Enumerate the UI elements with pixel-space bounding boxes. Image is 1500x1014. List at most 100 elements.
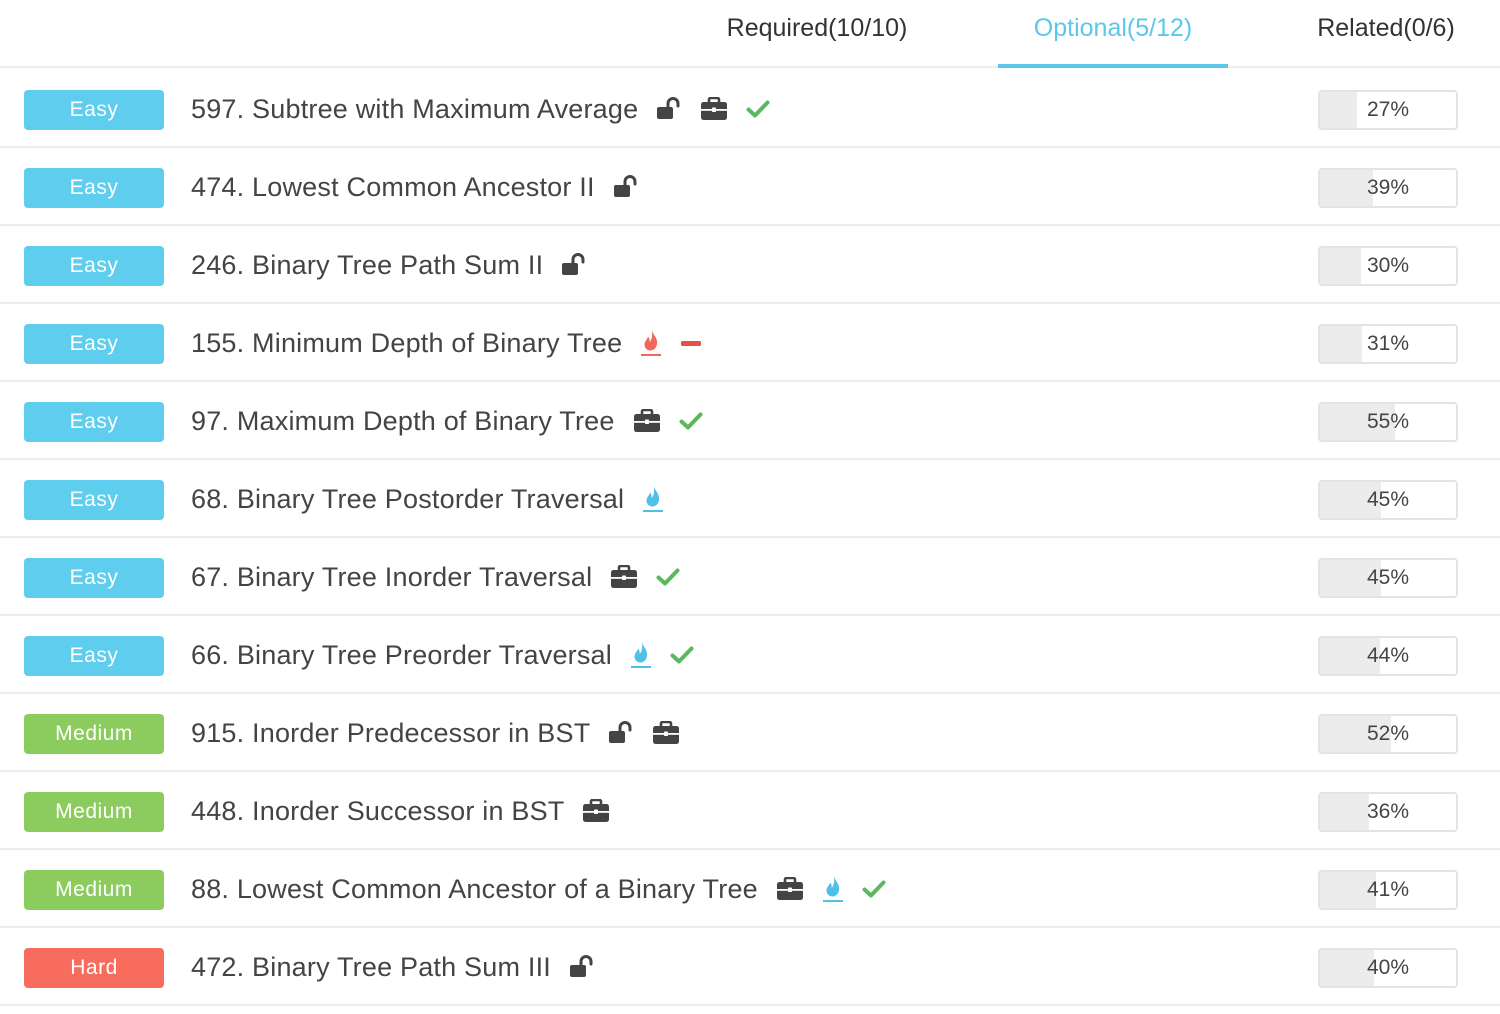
briefcase-icon <box>776 877 804 901</box>
check-icon <box>670 645 694 665</box>
problem-row[interactable]: Easy 155. Minimum Depth of Binary Tree 31% <box>0 304 1500 382</box>
problem-row[interactable]: Easy 474. Lowest Common Ancestor II 39% <box>0 148 1500 226</box>
pass-rate-text: 31% <box>1366 332 1410 355</box>
problem-row[interactable]: Easy 597. Subtree with Maximum Average 27% <box>0 70 1500 148</box>
pass-rate-text: 36% <box>1366 800 1410 823</box>
pass-rate-text: 30% <box>1366 254 1410 277</box>
problem-title-link[interactable]: 66. Binary Tree Preorder Traversal <box>191 640 612 671</box>
briefcase-icon <box>610 565 638 589</box>
check-icon <box>862 879 886 899</box>
problem-tag-icons <box>608 721 698 745</box>
problem-tag-icons <box>630 640 712 670</box>
problem-title-link[interactable]: 448. Inorder Successor in BST <box>191 796 564 827</box>
problem-tag-icons <box>642 484 682 514</box>
problem-title-wrap: 68. Binary Tree Postorder Traversal <box>191 460 682 538</box>
pass-rate-text: 55% <box>1366 410 1410 433</box>
pass-rate-text: 40% <box>1366 956 1410 979</box>
problem-tag-icons <box>613 175 657 199</box>
problem-title-link[interactable]: 155. Minimum Depth of Binary Tree <box>191 328 622 359</box>
problem-row[interactable]: Easy 68. Binary Tree Postorder Traversal 4… <box>0 460 1500 538</box>
difficulty-badge-easy: Easy <box>24 558 164 598</box>
problem-title-link[interactable]: 88. Lowest Common Ancestor of a Binary T… <box>191 874 758 905</box>
problem-tag-icons <box>656 97 788 121</box>
problem-title-wrap: 155. Minimum Depth of Binary Tree <box>191 304 720 382</box>
pass-rate-bar: 44% <box>1318 636 1458 676</box>
problem-title-link[interactable]: 472. Binary Tree Path Sum III <box>191 952 551 983</box>
check-icon <box>679 411 703 431</box>
problem-title-wrap: 97. Maximum Depth of Binary Tree <box>191 382 721 460</box>
minus-icon <box>680 338 702 348</box>
difficulty-badge-medium: Medium <box>24 714 164 754</box>
problem-title-wrap: 66. Binary Tree Preorder Traversal <box>191 616 712 694</box>
difficulty-badge-medium: Medium <box>24 870 164 910</box>
tab-required[interactable]: Required(10/10) <box>712 0 922 66</box>
problem-title-link[interactable]: 597. Subtree with Maximum Average <box>191 94 638 125</box>
pass-rate-text: 27% <box>1366 98 1410 121</box>
flame-blue-icon <box>642 484 664 514</box>
problem-title-wrap: 246. Binary Tree Path Sum II <box>191 226 605 304</box>
difficulty-badge-easy: Easy <box>24 402 164 442</box>
problem-title-wrap: 448. Inorder Successor in BST <box>191 772 628 850</box>
problem-title-wrap: 474. Lowest Common Ancestor II <box>191 148 657 226</box>
pass-rate-bar: 27% <box>1318 90 1458 130</box>
flame-red-icon <box>640 328 662 358</box>
pass-rate-text: 45% <box>1366 488 1410 511</box>
problem-title-wrap: 67. Binary Tree Inorder Traversal <box>191 538 698 616</box>
pass-rate-bar: 55% <box>1318 402 1458 442</box>
briefcase-icon <box>700 97 728 121</box>
problem-tag-icons <box>569 955 613 979</box>
problem-list: Easy 597. Subtree with Maximum Average 27%… <box>0 70 1500 1006</box>
problem-tag-icons <box>610 565 698 589</box>
lock-open-icon <box>561 253 587 277</box>
difficulty-badge-medium: Medium <box>24 792 164 832</box>
pass-rate-text: 39% <box>1366 176 1410 199</box>
tab-bar: Required(10/10) Optional(5/12) Related(0… <box>0 0 1500 68</box>
pass-rate-bar: 40% <box>1318 948 1458 988</box>
problem-row[interactable]: Easy 67. Binary Tree Inorder Traversal 45% <box>0 538 1500 616</box>
problem-title-link[interactable]: 915. Inorder Predecessor in BST <box>191 718 590 749</box>
pass-rate-text: 52% <box>1366 722 1410 745</box>
lock-open-icon <box>656 97 682 121</box>
problem-title-wrap: 597. Subtree with Maximum Average <box>191 70 788 148</box>
difficulty-badge-easy: Easy <box>24 480 164 520</box>
pass-rate-bar: 39% <box>1318 168 1458 208</box>
problem-tag-icons <box>561 253 605 277</box>
problem-row[interactable]: Medium 915. Inorder Predecessor in BST 52% <box>0 694 1500 772</box>
problem-tag-icons <box>640 328 720 358</box>
check-icon <box>746 99 770 119</box>
tab-optional[interactable]: Optional(5/12) <box>998 0 1228 68</box>
difficulty-badge-easy: Easy <box>24 90 164 130</box>
difficulty-badge-easy: Easy <box>24 246 164 286</box>
pass-rate-bar: 52% <box>1318 714 1458 754</box>
pass-rate-bar: 45% <box>1318 558 1458 598</box>
problem-title-link[interactable]: 67. Binary Tree Inorder Traversal <box>191 562 592 593</box>
problem-row[interactable]: Hard 472. Binary Tree Path Sum III 40% <box>0 928 1500 1006</box>
problem-title-link[interactable]: 474. Lowest Common Ancestor II <box>191 172 595 203</box>
problem-title-link[interactable]: 97. Maximum Depth of Binary Tree <box>191 406 615 437</box>
problem-row[interactable]: Medium 448. Inorder Successor in BST 36% <box>0 772 1500 850</box>
problem-row[interactable]: Easy 246. Binary Tree Path Sum II 30% <box>0 226 1500 304</box>
pass-rate-text: 45% <box>1366 566 1410 589</box>
flame-blue-icon <box>630 640 652 670</box>
problem-tag-icons <box>582 799 628 823</box>
check-icon <box>656 567 680 587</box>
problem-row[interactable]: Easy 97. Maximum Depth of Binary Tree 55% <box>0 382 1500 460</box>
problem-title-link[interactable]: 68. Binary Tree Postorder Traversal <box>191 484 624 515</box>
problem-tag-icons <box>633 409 721 433</box>
pass-rate-text: 41% <box>1366 878 1410 901</box>
briefcase-icon <box>582 799 610 823</box>
problem-tag-icons <box>776 874 904 904</box>
lock-open-icon <box>613 175 639 199</box>
problem-row[interactable]: Medium 88. Lowest Common Ancestor of a Bi… <box>0 850 1500 928</box>
pass-rate-text: 44% <box>1366 644 1410 667</box>
lock-open-icon <box>608 721 634 745</box>
pass-rate-bar: 36% <box>1318 792 1458 832</box>
problem-row[interactable]: Easy 66. Binary Tree Preorder Traversal 44… <box>0 616 1500 694</box>
problem-title-link[interactable]: 246. Binary Tree Path Sum II <box>191 250 543 281</box>
problem-title-wrap: 88. Lowest Common Ancestor of a Binary T… <box>191 850 904 928</box>
difficulty-badge-easy: Easy <box>24 324 164 364</box>
tab-related[interactable]: Related(0/6) <box>1300 0 1472 66</box>
briefcase-icon <box>652 721 680 745</box>
problem-title-wrap: 915. Inorder Predecessor in BST <box>191 694 698 772</box>
pass-rate-bar: 31% <box>1318 324 1458 364</box>
